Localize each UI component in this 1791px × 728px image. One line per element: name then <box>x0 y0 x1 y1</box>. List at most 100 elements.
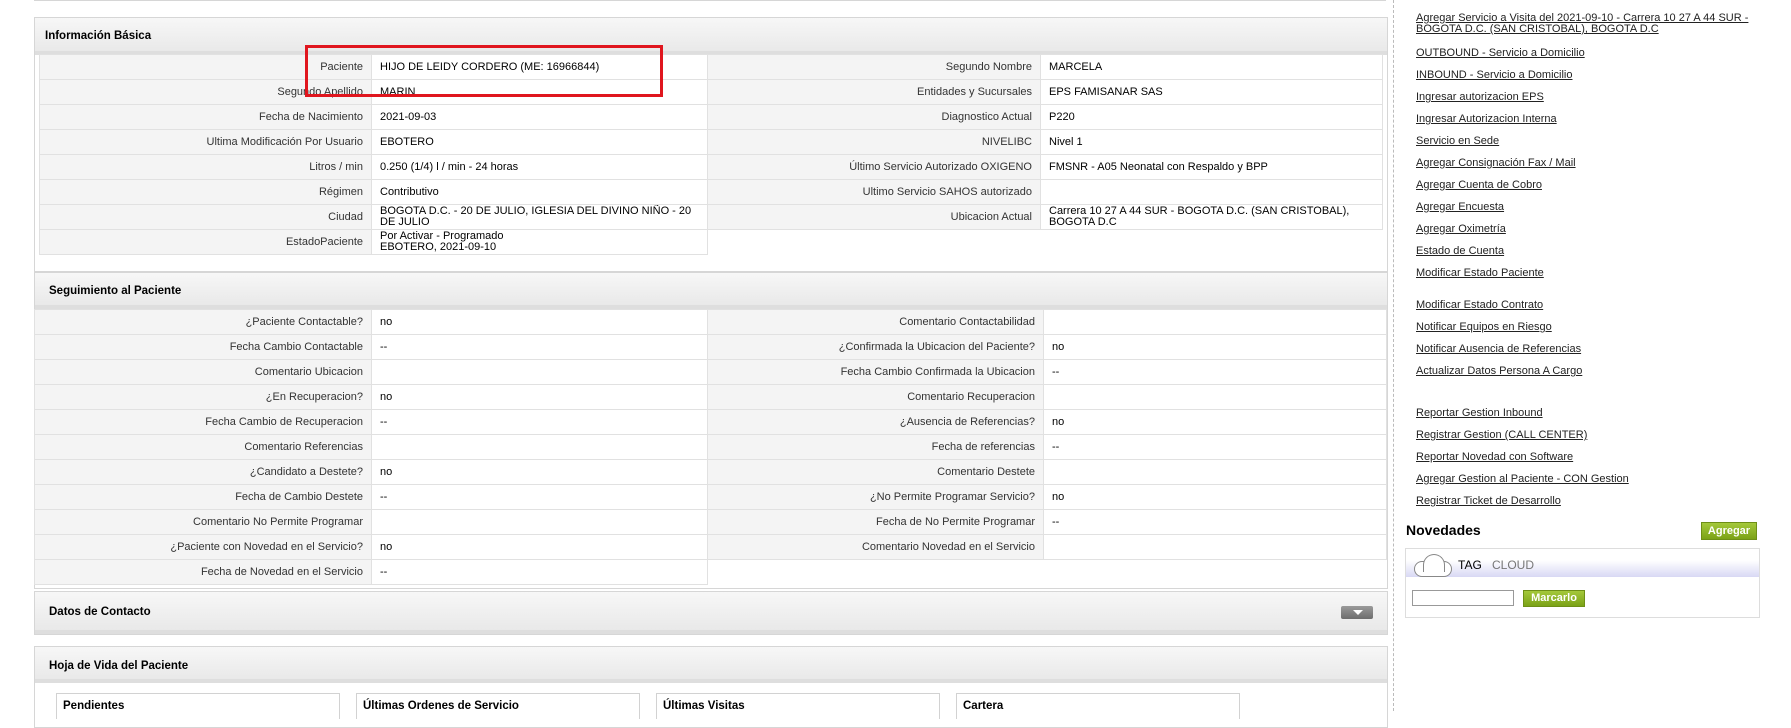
field-value: no <box>371 309 708 335</box>
sidebar-link[interactable]: Registrar Gestion (CALL CENTER) <box>1416 429 1587 441</box>
sidebar-link[interactable]: Notificar Ausencia de Referencias <box>1416 343 1581 355</box>
field-value: Carrera 10 27 A 44 SUR - BOGOTA D.C. (SA… <box>1040 204 1383 230</box>
field-label: Fecha de No Permite Programar <box>707 509 1044 535</box>
sidebar-link[interactable]: Servicio en Sede <box>1416 135 1499 147</box>
field-label: Comentario Novedad en el Servicio <box>707 534 1044 560</box>
tab-ultimas-ordenes[interactable]: Últimas Ordenes de Servicio <box>356 693 640 719</box>
sidebar-link[interactable]: Modificar Estado Contrato <box>1416 299 1543 311</box>
field-label: ¿Paciente con Novedad en el Servicio? <box>34 534 372 560</box>
seguimiento-row: ¿En Recuperacion? no Comentario Recuperaci… <box>34 384 1387 410</box>
sidebar-link[interactable]: Notificar Equipos en Riesgo <box>1416 321 1552 333</box>
tag-input[interactable] <box>1412 590 1514 606</box>
field-value: -- <box>371 559 708 585</box>
basic-info-row: Litros / min 0.250 (1/4) l / min - 24 hor… <box>39 154 1383 180</box>
field-value: no <box>371 459 708 485</box>
tab-cartera[interactable]: Cartera <box>956 693 1240 719</box>
field-value <box>371 359 708 385</box>
cloud-icon <box>1414 554 1454 577</box>
tag-word: TAG <box>1458 558 1482 572</box>
seguimiento-row: Fecha de Novedad en el Servicio -- <box>34 559 1387 585</box>
field-label: Comentario Recuperacion <box>707 384 1044 410</box>
seguimiento-row: Comentario Referencias Fecha de referenci… <box>34 434 1387 460</box>
contacto-header[interactable]: Datos de Contacto <box>35 592 1387 634</box>
field-label: ¿Paciente Contactable? <box>34 309 372 335</box>
field-value: Contributivo <box>371 179 708 205</box>
field-label: Fecha de Cambio Destete <box>34 484 372 510</box>
sidebar-link[interactable]: Agregar Oximetría <box>1416 223 1506 235</box>
sidebar-link[interactable]: Agregar Cuenta de Cobro <box>1416 179 1542 191</box>
sidebar-link[interactable]: Agregar Encuesta <box>1416 201 1504 213</box>
sidebar-link[interactable]: Estado de Cuenta <box>1416 245 1504 257</box>
field-value <box>1043 309 1387 335</box>
top-border <box>34 0 1386 4</box>
field-label: Ultimo Servicio SAHOS autorizado <box>707 179 1041 205</box>
field-label: Comentario Contactabilidad <box>707 309 1044 335</box>
field-label: Diagnostico Actual <box>707 104 1041 130</box>
sidebar-visit-link[interactable]: Agregar Servicio a Visita del 2021-09-10… <box>1416 13 1786 35</box>
sidebar-link[interactable]: Ingresar Autorizacion Interna <box>1416 113 1557 125</box>
agregar-button[interactable]: Agregar <box>1701 522 1757 540</box>
sidebar-link[interactable]: Reportar Novedad con Software <box>1416 451 1573 463</box>
contacto-title: Datos de Contacto <box>49 606 151 618</box>
field-label: Ciudad <box>39 204 372 230</box>
field-value: -- <box>1043 509 1387 535</box>
field-label: Fecha de Nacimiento <box>39 104 372 130</box>
field-label: NIVELIBC <box>707 129 1041 155</box>
field-value: 2021-09-03 <box>371 104 708 130</box>
field-value: no <box>1043 409 1387 435</box>
basic-info-row: Fecha de Nacimiento 2021-09-03 Diagnostico… <box>39 104 1383 130</box>
basic-info-header: Información Básica <box>35 18 1387 55</box>
basic-info-title: Información Básica <box>45 30 152 42</box>
estado-line2: EBOTERO, 2021-09-10 <box>380 241 497 253</box>
field-value <box>1043 534 1387 560</box>
field-value: no <box>1043 334 1387 360</box>
cloud-word: CLOUD <box>1492 558 1535 572</box>
sidebar-link[interactable]: Agregar Consignación Fax / Mail <box>1416 157 1576 169</box>
sidebar-link[interactable]: INBOUND - Servicio a Domicilio <box>1416 69 1572 81</box>
field-label: Fecha Cambio Contactable <box>34 334 372 360</box>
field-label: Segundo Nombre <box>707 54 1041 80</box>
field-value: no <box>371 534 708 560</box>
field-value: Nivel 1 <box>1040 129 1383 155</box>
field-value <box>371 434 708 460</box>
sidebar-link[interactable]: Ingresar autorizacion EPS <box>1416 91 1544 103</box>
field-label: Ubicacion Actual <box>707 204 1041 230</box>
seguimiento-row: ¿Paciente Contactable? no Comentario Conta… <box>34 309 1387 335</box>
hoja-title: Hoja de Vida del Paciente <box>49 660 189 672</box>
field-label: ¿Ausencia de Referencias? <box>707 409 1044 435</box>
marcarlo-button[interactable]: Marcarlo <box>1523 590 1585 607</box>
tab-pendientes[interactable]: Pendientes <box>56 693 340 719</box>
seguimiento-header: Seguimiento al Paciente <box>35 273 1387 309</box>
field-value <box>371 509 708 535</box>
field-label: Fecha Cambio de Recuperacion <box>34 409 372 435</box>
sidebar-link[interactable]: OUTBOUND - Servicio a Domicilio <box>1416 47 1585 59</box>
sidebar-link[interactable]: Modificar Estado Paciente <box>1416 267 1544 279</box>
tag-cloud-box: TAG CLOUD Marcarlo <box>1405 548 1760 618</box>
field-value: FMSNR - A05 Neonatal con Respaldo y BPP <box>1040 154 1383 180</box>
sidebar-link[interactable]: Actualizar Datos Persona A Cargo <box>1416 365 1582 377</box>
field-label: Comentario Ubicacion <box>34 359 372 385</box>
field-label: Comentario Destete <box>707 459 1044 485</box>
field-value <box>1040 179 1383 205</box>
contacto-panel: Datos de Contacto <box>34 591 1388 635</box>
field-value: -- <box>1043 359 1387 385</box>
seguimiento-row: Comentario No Permite Programar Fecha de … <box>34 509 1387 535</box>
field-value: MARCELA <box>1040 54 1383 80</box>
sidebar-link[interactable]: Agregar Gestion al Paciente - CON Gestio… <box>1416 473 1629 485</box>
expand-toggle-icon[interactable] <box>1341 606 1373 619</box>
field-value: -- <box>371 484 708 510</box>
field-label: Fecha de referencias <box>707 434 1044 460</box>
hoja-header: Hoja de Vida del Paciente <box>35 647 1387 683</box>
field-value: -- <box>1043 434 1387 460</box>
tab-ultimas-visitas[interactable]: Últimas Visitas <box>656 693 940 719</box>
sidebar-divider <box>1393 0 1394 711</box>
field-value <box>1043 384 1387 410</box>
sidebar-link[interactable]: Registrar Ticket de Desarrollo <box>1416 495 1561 507</box>
seguimiento-row: Fecha Cambio de Recuperacion -- ¿Ausencia … <box>34 409 1387 435</box>
sidebar-link[interactable]: Reportar Gestion Inbound <box>1416 407 1543 419</box>
field-value: EBOTERO <box>371 129 708 155</box>
field-label: Comentario Referencias <box>34 434 372 460</box>
seguimiento-title: Seguimiento al Paciente <box>49 285 182 297</box>
field-value: BOGOTA D.C. - 20 DE JULIO, IGLESIA DEL D… <box>371 204 708 230</box>
field-label: ¿No Permite Programar Servicio? <box>707 484 1044 510</box>
